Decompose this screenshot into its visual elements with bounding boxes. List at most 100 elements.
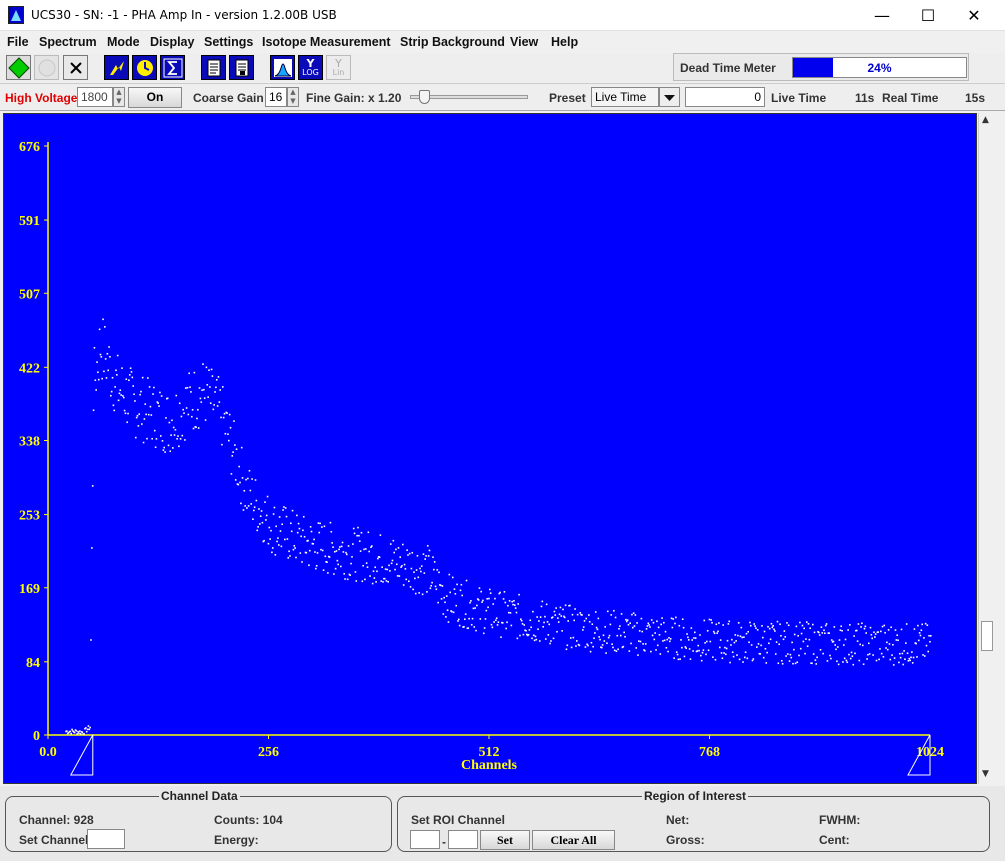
data-point <box>459 589 462 592</box>
data-point <box>441 585 444 587</box>
scroll-thumb[interactable] <box>981 621 993 651</box>
data-point <box>266 495 269 498</box>
data-point <box>629 622 631 624</box>
menu-file[interactable]: File <box>7 35 29 49</box>
roi-start-input[interactable] <box>410 830 440 849</box>
start-button[interactable] <box>6 55 31 80</box>
data-point <box>453 588 456 590</box>
data-point <box>389 570 391 572</box>
data-point <box>338 548 340 551</box>
data-point <box>172 426 175 429</box>
fine-gain-thumb[interactable] <box>419 90 430 104</box>
data-point <box>824 632 826 635</box>
data-point <box>232 451 234 453</box>
menu-spectrum[interactable]: Spectrum <box>39 35 97 49</box>
sum-button[interactable] <box>160 55 185 80</box>
vertical-scrollbar[interactable]: ▲ ▼ <box>978 113 994 784</box>
scroll-down-arrow[interactable]: ▼ <box>982 769 989 779</box>
data-point <box>92 409 95 412</box>
data-point <box>780 634 782 637</box>
roi-clear-all-button[interactable]: Clear All <box>532 830 615 850</box>
maximize-button[interactable]: ☐ <box>905 0 951 31</box>
menu-view[interactable]: View <box>510 35 538 49</box>
set-channel-input[interactable] <box>87 829 125 849</box>
data-point <box>313 538 315 541</box>
menu-strip-background[interactable]: Strip Background <box>400 35 505 49</box>
roi-set-button[interactable]: Set <box>480 830 530 850</box>
data-point <box>314 551 316 553</box>
data-point <box>627 623 630 626</box>
data-point <box>145 413 147 416</box>
data-point <box>725 653 727 656</box>
data-point <box>592 645 594 648</box>
scroll-up-arrow[interactable]: ▲ <box>982 115 989 125</box>
data-point <box>79 730 81 732</box>
data-point <box>730 644 732 646</box>
report-alt-button[interactable] <box>229 55 254 80</box>
data-point <box>612 646 614 649</box>
menu-display[interactable]: Display <box>150 35 194 49</box>
coarse-gain-input[interactable]: 16 <box>265 87 287 107</box>
data-point <box>515 611 518 614</box>
data-point <box>634 614 637 616</box>
stop-button[interactable] <box>34 55 59 80</box>
timer-button[interactable] <box>132 55 157 80</box>
data-point <box>75 729 78 732</box>
data-point <box>94 379 97 382</box>
data-point <box>569 637 572 639</box>
menu-isotope-measurement[interactable]: Isotope Measurement <box>262 35 391 49</box>
data-point <box>783 630 786 632</box>
data-point <box>258 508 260 510</box>
data-point <box>181 434 184 437</box>
data-point <box>134 400 136 402</box>
menu-settings[interactable]: Settings <box>204 35 253 49</box>
data-point <box>150 414 153 416</box>
data-point <box>772 624 774 627</box>
menu-help[interactable]: Help <box>551 35 578 49</box>
data-point <box>777 662 780 665</box>
data-point <box>133 393 135 396</box>
menu-mode[interactable]: Mode <box>107 35 140 49</box>
preset-dropdown-button[interactable] <box>659 87 680 107</box>
data-point <box>701 651 704 654</box>
data-point <box>428 549 431 552</box>
coarse-gain-spinner[interactable]: ▲ ▼ <box>287 87 299 107</box>
data-point <box>382 581 384 583</box>
high-voltage-input[interactable]: 1800 <box>77 87 113 107</box>
data-point <box>720 652 723 654</box>
data-point <box>383 577 386 580</box>
data-point <box>481 601 483 603</box>
spectrum-view-button[interactable] <box>270 55 295 80</box>
high-voltage-spinner[interactable]: ▲ ▼ <box>113 87 125 107</box>
data-point <box>662 640 664 642</box>
high-voltage-on-button[interactable]: On <box>128 87 182 108</box>
data-point <box>835 648 837 651</box>
spectrum-chart[interactable]: 0841692533384225075916760.0 256 512 768 1024… <box>4 114 976 783</box>
spectrum-plot[interactable]: 0 84 169 253 338 422 507 591 676 0.0 256 512 768 1024… <box>3 113 977 784</box>
close-button[interactable]: ✕ <box>951 0 997 31</box>
minimize-button[interactable]: — <box>859 0 905 31</box>
auto-calibrate-button[interactable] <box>104 55 129 80</box>
fine-gain-slider[interactable] <box>410 90 528 104</box>
clear-button[interactable] <box>63 55 88 80</box>
data-point <box>919 634 922 637</box>
data-point <box>99 353 102 356</box>
preset-select[interactable]: Live Time <box>591 87 659 107</box>
data-point <box>228 413 231 416</box>
data-point <box>317 522 320 524</box>
data-point <box>880 630 882 633</box>
log-scale-button[interactable]: Y LOG <box>298 55 323 80</box>
data-point <box>499 591 501 594</box>
data-point <box>700 654 702 657</box>
data-point <box>607 636 610 639</box>
report-button[interactable] <box>201 55 226 80</box>
data-point <box>825 623 828 625</box>
data-point <box>832 640 835 643</box>
data-point <box>448 573 451 576</box>
lin-scale-button[interactable]: Y Lin <box>326 55 351 80</box>
preset-value-input[interactable]: 0 <box>685 87 765 107</box>
roi-end-input[interactable] <box>448 830 478 849</box>
data-point <box>79 733 82 735</box>
data-point <box>917 639 920 642</box>
data-point <box>245 478 247 481</box>
